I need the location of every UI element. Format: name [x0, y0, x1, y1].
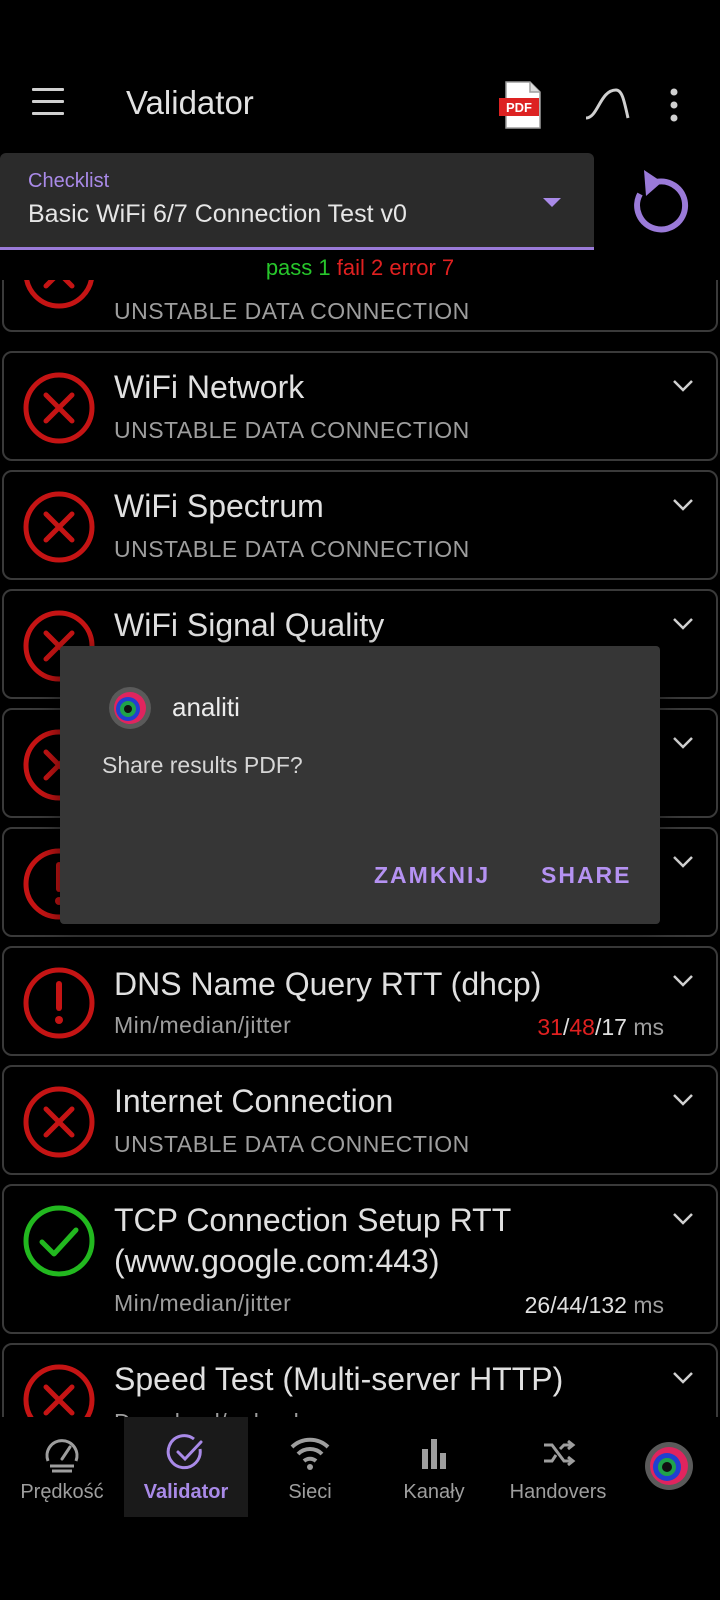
chevron-down-icon[interactable] [672, 498, 694, 512]
nav-label: Kanały [403, 1481, 465, 1503]
fail-icon [23, 1364, 95, 1417]
analiti-logo-icon [109, 687, 151, 729]
speedometer-icon [45, 1439, 79, 1473]
test-name-line2: (www.google.com:443) [114, 1243, 440, 1279]
test-subtitle: UNSTABLE DATA CONNECTION [114, 536, 470, 562]
nav-item-sieci[interactable]: Sieci [248, 1417, 372, 1517]
wifi-icon [290, 1437, 330, 1470]
test-subtitle: Min/median/jitter [114, 1290, 292, 1316]
test-name: WiFi Network [114, 369, 305, 405]
test-subtitle: UNSTABLE DATA CONNECTION [114, 298, 470, 324]
test-card[interactable]: TCP Connection Setup RTT (www.google.com… [2, 1184, 718, 1334]
check-circle-icon [166, 1434, 203, 1470]
nav-item-handovers[interactable]: Handovers [496, 1417, 620, 1517]
test-card[interactable]: Internet Connection UNSTABLE DATA CONNEC… [2, 1065, 718, 1175]
checklist-value: Basic WiFi 6/7 Connection Test v0 [28, 200, 407, 228]
test-card[interactable]: DNS Name Query RTT (dhcp) Min/median/jit… [2, 946, 718, 1056]
fail-icon [24, 280, 94, 309]
share-button[interactable]: SHARE [541, 862, 632, 889]
nav-label: Prędkość [20, 1481, 104, 1503]
chevron-down-icon[interactable] [672, 1212, 694, 1226]
checklist-select[interactable]: Checklist Basic WiFi 6/7 Connection Test… [0, 153, 594, 250]
test-subtitle: Min/median/jitter [114, 1012, 292, 1038]
dialog-app-name: analiti [172, 692, 240, 722]
test-subtitle: Download/upload [114, 1409, 299, 1417]
bar-chart-icon [422, 1439, 446, 1469]
test-subtitle: UNSTABLE DATA CONNECTION [114, 417, 470, 443]
test-name: WiFi Spectrum [114, 488, 324, 524]
test-card[interactable]: UNSTABLE DATA CONNECTION [2, 280, 718, 332]
pass-icon [23, 1205, 95, 1277]
test-name: DNS Name Query RTT (dhcp) [114, 966, 542, 1002]
nav-label: Handovers [509, 1481, 607, 1503]
page-title: Validator [126, 84, 254, 121]
refresh-icon[interactable] [626, 168, 690, 238]
test-value: 31/48/17 ms [537, 1014, 664, 1040]
nav-label: Sieci [288, 1481, 332, 1503]
app-bar: Validator PDF [0, 64, 720, 146]
fail-count: fail 2 [336, 255, 384, 280]
result-summary: pass 1 fail 2 error 7 [0, 255, 720, 281]
signal-curve-icon[interactable] [582, 84, 632, 126]
dropdown-arrow-icon [543, 198, 561, 207]
more-options-icon[interactable] [664, 84, 684, 126]
pdf-export-icon[interactable]: PDF [498, 80, 548, 130]
test-name: WiFi Signal Quality [114, 607, 385, 643]
bottom-nav: Prędkość Validator Sieci Kanały Handover… [0, 1417, 720, 1517]
pdf-label: PDF [506, 100, 532, 115]
test-card[interactable]: WiFi Network UNSTABLE DATA CONNECTION [2, 351, 718, 461]
chevron-down-icon[interactable] [672, 974, 694, 988]
fail-icon [23, 372, 95, 444]
dialog-message: Share results PDF? [102, 752, 303, 778]
chevron-down-icon[interactable] [672, 379, 694, 393]
nav-label: Validator [143, 1481, 229, 1503]
nav-item-validator[interactable]: Validator [124, 1417, 248, 1517]
test-card[interactable]: Speed Test (Multi-server HTTP) Download/… [2, 1343, 718, 1417]
menu-icon[interactable] [28, 88, 68, 122]
test-value: 26/44/132 ms [524, 1292, 664, 1318]
chevron-down-icon[interactable] [672, 736, 694, 750]
share-dialog: analiti Share results PDF? ZAMKNIJ SHARE [60, 646, 660, 924]
error-icon [23, 967, 95, 1039]
chevron-down-icon[interactable] [672, 617, 694, 631]
nav-item-predkosc[interactable]: Prędkość [0, 1417, 124, 1517]
chevron-down-icon[interactable] [672, 1371, 694, 1385]
test-name: Internet Connection [114, 1083, 394, 1119]
pass-count: pass 1 [265, 255, 331, 280]
chevron-down-icon[interactable] [672, 855, 694, 869]
close-button[interactable]: ZAMKNIJ [374, 862, 490, 889]
test-card[interactable]: WiFi Spectrum UNSTABLE DATA CONNECTION [2, 470, 718, 580]
nav-item-kanaly[interactable]: Kanały [372, 1417, 496, 1517]
fail-icon [23, 1086, 95, 1158]
checklist-label: Checklist [28, 170, 110, 192]
analiti-logo-icon[interactable] [644, 1441, 694, 1491]
test-subtitle: UNSTABLE DATA CONNECTION [114, 1131, 470, 1157]
test-name: TCP Connection Setup RTT [114, 1202, 512, 1238]
shuffle-icon [544, 1439, 576, 1467]
test-name: Speed Test (Multi-server HTTP) [114, 1361, 564, 1397]
chevron-down-icon[interactable] [672, 1093, 694, 1107]
fail-icon [23, 491, 95, 563]
error-count: error 7 [389, 255, 455, 280]
